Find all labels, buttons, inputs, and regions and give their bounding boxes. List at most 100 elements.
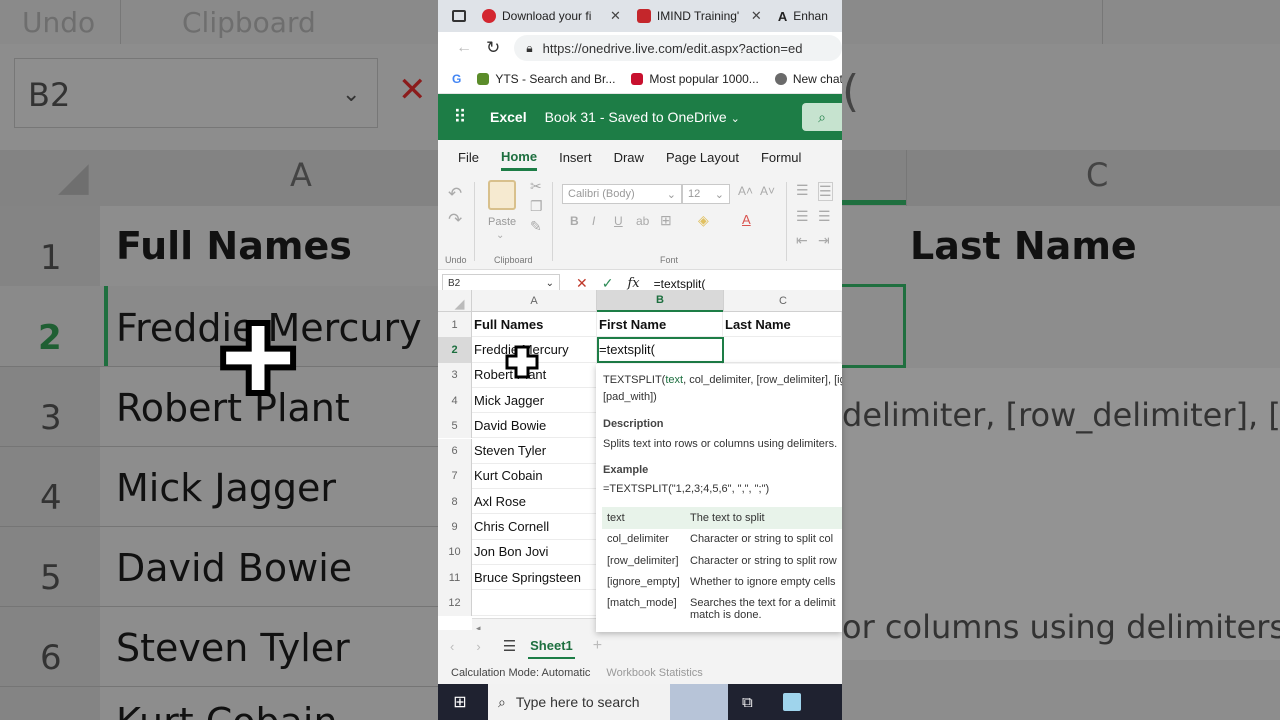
search-icon: ⌕ xyxy=(498,693,506,710)
sheet-list-icon[interactable]: ☰ xyxy=(503,637,516,655)
column-header-b[interactable]: B xyxy=(597,290,723,312)
align-center-icon[interactable]: ☰ xyxy=(818,208,831,225)
redo-icon[interactable]: ↷ xyxy=(448,210,462,230)
back-icon[interactable]: ← xyxy=(456,39,472,57)
taskbar-search[interactable]: ⌕ Type here to search xyxy=(488,684,728,720)
tab-page-layout[interactable]: Page Layout xyxy=(666,150,739,165)
row-header[interactable]: 4 xyxy=(438,387,472,414)
copy-icon[interactable]: ❐ xyxy=(530,198,543,215)
font-color-icon[interactable]: A xyxy=(742,212,751,227)
row-header[interactable]: 9 xyxy=(438,514,472,540)
row-header[interactable]: 3 xyxy=(438,362,472,388)
align-left-icon[interactable]: ☰ xyxy=(796,208,809,225)
tab-file[interactable]: File xyxy=(458,150,479,165)
row-header[interactable]: 7 xyxy=(438,463,472,490)
decrease-indent-icon[interactable]: ⇤ xyxy=(796,232,808,249)
cell-a[interactable] xyxy=(472,590,597,616)
browser-tab-title: Download your fi xyxy=(502,9,592,23)
align-middle-icon[interactable]: ☰ xyxy=(818,182,833,201)
cut-icon[interactable]: ✂ xyxy=(530,178,542,195)
argument-name: [match_mode] xyxy=(607,597,677,609)
cell-a[interactable]: Full Names xyxy=(472,312,597,338)
tab-draw[interactable]: Draw xyxy=(614,150,644,165)
tab-actions-icon[interactable] xyxy=(438,0,474,32)
font-name-select[interactable]: Calibri (Body) ⌄ xyxy=(562,184,682,204)
app-icon[interactable] xyxy=(782,693,801,711)
browser-tab[interactable]: A Enhan xyxy=(770,0,836,32)
row-header[interactable]: 2 xyxy=(438,337,472,363)
shrink-font-icon[interactable]: A˅ xyxy=(760,184,775,198)
cell-a[interactable]: Axl Rose xyxy=(472,489,597,515)
font-size-select[interactable]: 12 ⌄ xyxy=(682,184,730,204)
cell-a[interactable]: Mick Jagger xyxy=(472,387,597,414)
cell-b[interactable]: First Name xyxy=(597,312,723,338)
italic-icon[interactable]: I xyxy=(592,214,595,228)
windows-taskbar: ⊞ ⌕ Type here to search ⧉ xyxy=(438,684,842,720)
cell-a[interactable]: Kurt Cobain xyxy=(472,463,597,490)
bookmark-item[interactable]: New chat xyxy=(774,72,842,86)
document-title[interactable]: Book 31 - Saved to OneDrive ⌄ xyxy=(545,109,740,125)
cell-a[interactable]: David Bowie xyxy=(472,413,597,439)
bg-cell-text: Mick Jagger xyxy=(116,466,337,510)
row-header[interactable]: 1 xyxy=(438,312,472,338)
formula-input[interactable]: =textsplit( xyxy=(654,277,706,291)
browser-tab[interactable]: IMIND Training's ✕ xyxy=(629,0,770,32)
increase-indent-icon[interactable]: ⇥ xyxy=(818,232,830,249)
bookmark-item[interactable]: Most popular 1000... xyxy=(631,71,759,86)
align-top-icon[interactable]: ☰ xyxy=(796,182,809,199)
next-sheet-icon[interactable]: › xyxy=(476,639,480,654)
insert-function-icon[interactable]: fx xyxy=(627,276,639,291)
app-launcher-icon[interactable]: ⠿ xyxy=(438,107,482,128)
cell-c[interactable] xyxy=(723,337,842,363)
clipboard-group-label: Clipboard xyxy=(494,255,533,265)
underline-icon[interactable]: U xyxy=(614,214,623,228)
cell-a[interactable]: Jon Bon Jovi xyxy=(472,539,597,565)
row-header[interactable]: 12 xyxy=(438,590,472,616)
cell-a[interactable]: Bruce Springsteen xyxy=(472,565,597,591)
strikethrough-icon[interactable]: ab xyxy=(636,214,649,228)
prev-sheet-icon[interactable]: ‹ xyxy=(450,639,454,654)
cell-a[interactable]: Chris Cornell xyxy=(472,514,597,540)
format-painter-icon[interactable]: ✎ xyxy=(530,218,542,235)
url-field[interactable]: 🔒︎ https://onedrive.live.com/edit.aspx?a… xyxy=(514,35,842,61)
add-sheet-icon[interactable]: + xyxy=(593,637,602,655)
row-header[interactable]: 6 xyxy=(438,438,472,464)
column-header-c[interactable]: C xyxy=(723,290,842,312)
fill-color-icon[interactable]: ◈ xyxy=(698,212,709,229)
sheet-tab-sheet1[interactable]: Sheet1 xyxy=(528,634,575,659)
row-header[interactable]: 8 xyxy=(438,489,472,515)
task-view-icon[interactable]: ⧉ xyxy=(742,694,753,711)
paste-icon[interactable] xyxy=(488,180,516,210)
cell-c[interactable]: Last Name xyxy=(723,312,842,338)
undo-icon[interactable]: ↶ xyxy=(448,184,462,204)
bookmark-label: Most popular 1000... xyxy=(649,71,759,86)
row-header[interactable]: 10 xyxy=(438,539,472,565)
tab-home[interactable]: Home xyxy=(500,143,538,171)
calculation-mode[interactable]: Calculation Mode: Automatic xyxy=(451,667,590,679)
remaining-arguments: , col_delimiter, [row_delimiter], [ig xyxy=(683,374,842,386)
bg-row-num: 2 xyxy=(38,318,62,358)
horizontal-scrollbar[interactable]: ◂ xyxy=(472,618,596,633)
reload-icon[interactable]: ↻ xyxy=(486,38,500,58)
row-header[interactable]: 5 xyxy=(438,413,472,439)
bookmark-item[interactable]: YTS - Search and Br... xyxy=(477,72,615,86)
select-all-corner[interactable]: ◢ xyxy=(438,290,472,312)
grow-font-icon[interactable]: A˄ xyxy=(738,184,753,198)
chevron-down-icon[interactable]: ⌄ xyxy=(496,230,504,241)
address-bar: ← ↻ 🔒︎ https://onedrive.live.com/edit.as… xyxy=(438,32,842,64)
tab-formulas[interactable]: Formul xyxy=(761,150,801,165)
tab-insert[interactable]: Insert xyxy=(559,150,592,165)
search-icon[interactable]: ⌕ xyxy=(802,103,842,131)
browser-tab[interactable]: Download your fi ✕ xyxy=(474,0,629,32)
cell-a[interactable]: Steven Tyler xyxy=(472,438,597,464)
row-header[interactable]: 11 xyxy=(438,565,472,591)
windows-start-icon[interactable]: ⊞ xyxy=(438,692,482,712)
close-tab-icon[interactable]: ✕ xyxy=(610,8,621,24)
bold-icon[interactable]: B xyxy=(570,214,579,228)
borders-icon[interactable]: ⊞ xyxy=(660,212,672,229)
opera-icon xyxy=(482,9,496,23)
close-tab-icon[interactable]: ✕ xyxy=(751,8,762,24)
column-header-a[interactable]: A xyxy=(472,290,597,312)
workbook-statistics[interactable]: Workbook Statistics xyxy=(606,667,702,679)
google-bookmark[interactable]: G xyxy=(452,72,461,86)
